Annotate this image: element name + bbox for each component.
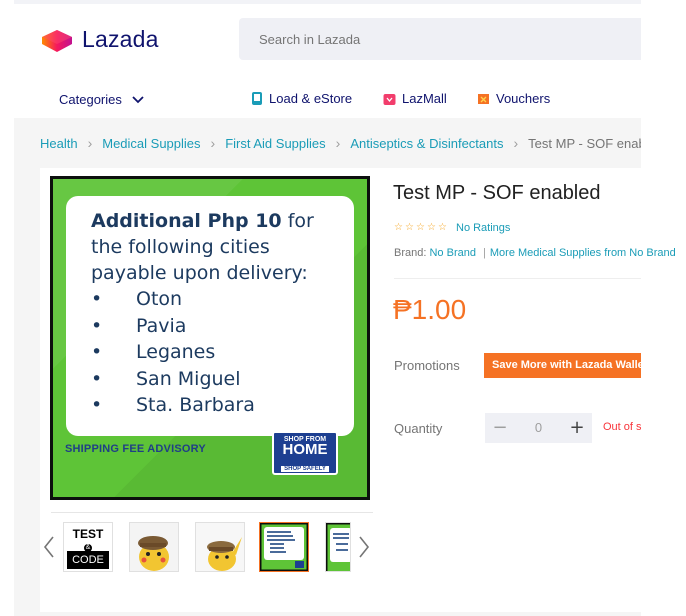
city-item: • Oton	[91, 288, 183, 310]
shipping-note-box: Additional Php 10 for the following citi…	[66, 196, 354, 436]
nav-vouchers-label: Vouchers	[496, 91, 551, 106]
breadcrumb-medical-supplies[interactable]: Medical Supplies	[102, 136, 200, 151]
star-outline-icon: ☆	[405, 222, 414, 233]
top-strip	[14, 0, 641, 4]
stock-status: Out of stock	[603, 421, 641, 433]
breadcrumb-antiseptics[interactable]: Antiseptics & Disinfectants	[350, 136, 503, 151]
lazada-wallet-promo-button[interactable]: Save More with Lazada Wallet	[484, 353, 641, 378]
rating-row: ☆ ☆ ☆ ☆ ☆ No Ratings	[394, 222, 510, 234]
nav-lazmall-label: LazMall	[402, 91, 447, 106]
brand-separator: |	[483, 247, 486, 259]
search-bar	[239, 18, 641, 60]
thumbnail-partial[interactable]	[325, 522, 351, 572]
price-divider	[394, 278, 641, 279]
thumbnail-pikachu-1[interactable]	[129, 522, 179, 572]
chevron-right-icon: ›	[210, 135, 216, 151]
quantity-increase-button[interactable]: +	[562, 413, 592, 443]
chevron-right-icon: ›	[87, 135, 93, 151]
thumbnail-shipping-advisory[interactable]	[259, 522, 309, 572]
no-ratings-link[interactable]: No Ratings	[456, 222, 510, 234]
chevron-right-icon[interactable]	[357, 535, 371, 559]
quantity-decrease-button[interactable]: −	[485, 413, 515, 443]
product-price: ₱1.00	[393, 294, 467, 325]
quantity-label: Quantity	[394, 421, 443, 436]
lazada-heart-icon	[42, 29, 72, 52]
shop-from-home-badge: SHOP FROM HOME SHOP SAFELY	[272, 431, 338, 475]
star-outline-icon: ☆	[394, 222, 403, 233]
pikachu-image	[196, 523, 244, 571]
advisory-thumbnail-image	[326, 523, 350, 571]
quantity-stepper: − 0 +	[485, 413, 592, 443]
breadcrumb-first-aid-supplies[interactable]: First Aid Supplies	[225, 136, 325, 151]
lazmall-icon	[383, 93, 396, 105]
chevron-right-icon: ›	[513, 135, 519, 151]
nav-load-estore-label: Load & eStore	[269, 91, 353, 106]
chevron-down-icon	[132, 95, 144, 103]
rating-stars: ☆ ☆ ☆ ☆ ☆	[394, 223, 448, 233]
brand-line: Brand: No Brand | More Medical Supplies f…	[394, 247, 676, 259]
breadcrumb-current: Test MP - SOF enabled	[528, 135, 641, 151]
star-outline-icon: ☆	[427, 222, 436, 233]
lazada-logo[interactable]: Lazada	[40, 26, 159, 53]
promotions-label: Promotions	[394, 358, 460, 373]
breadcrumb-health[interactable]: Health	[40, 136, 78, 151]
star-outline-icon: ☆	[438, 222, 447, 233]
note-rest: for	[281, 210, 314, 232]
note-bold: Additional Php 10	[91, 210, 282, 232]
brand-label: Brand:	[394, 247, 427, 259]
breadcrumb: Health › Medical Supplies › First Aid Su…	[40, 134, 641, 152]
note-line-3: payable upon delivery:	[91, 262, 308, 284]
city-item: • Leganes	[91, 341, 216, 363]
city-item: • San Miguel	[91, 367, 241, 390]
chevron-right-icon: ›	[335, 135, 341, 151]
logo-text: Lazada	[82, 26, 159, 52]
pikachu-image	[130, 523, 178, 571]
thumbnail-pikachu-2[interactable]	[195, 522, 245, 572]
brand-link[interactable]: No Brand	[429, 247, 475, 259]
star-outline-icon: ☆	[416, 222, 425, 233]
city-item: • Sta. Barbara	[91, 394, 255, 416]
search-input[interactable]	[239, 18, 641, 60]
chevron-left-icon[interactable]	[42, 535, 56, 559]
shipping-advisory-text: SHIPPING FEE ADVISORY	[65, 443, 206, 455]
lazada-product-page: Lazada Categories Load & eStore LazMall …	[0, 0, 686, 616]
quantity-value[interactable]: 0	[515, 413, 562, 443]
categories-menu[interactable]: Categories	[59, 92, 144, 107]
image-divider	[51, 512, 373, 513]
nav-load-estore[interactable]: Load & eStore	[251, 91, 352, 106]
note-line-2: the following cities	[91, 236, 270, 258]
phone-icon	[252, 92, 262, 105]
thumbnail-test-code[interactable]: TEST & CODE	[63, 522, 113, 572]
advisory-thumbnail-image	[260, 523, 308, 571]
nav-vouchers[interactable]: Vouchers	[477, 91, 550, 106]
more-from-brand-link[interactable]: More Medical Supplies from No Brand	[490, 247, 676, 259]
city-item: • Pavia	[91, 314, 187, 337]
voucher-icon	[478, 93, 489, 104]
nav-lazmall[interactable]: LazMall	[383, 91, 447, 106]
product-title: Test MP - SOF enabled	[393, 182, 601, 204]
nav-bar: Categories Load & eStore LazMall Voucher…	[0, 88, 641, 112]
categories-label: Categories	[59, 92, 122, 107]
